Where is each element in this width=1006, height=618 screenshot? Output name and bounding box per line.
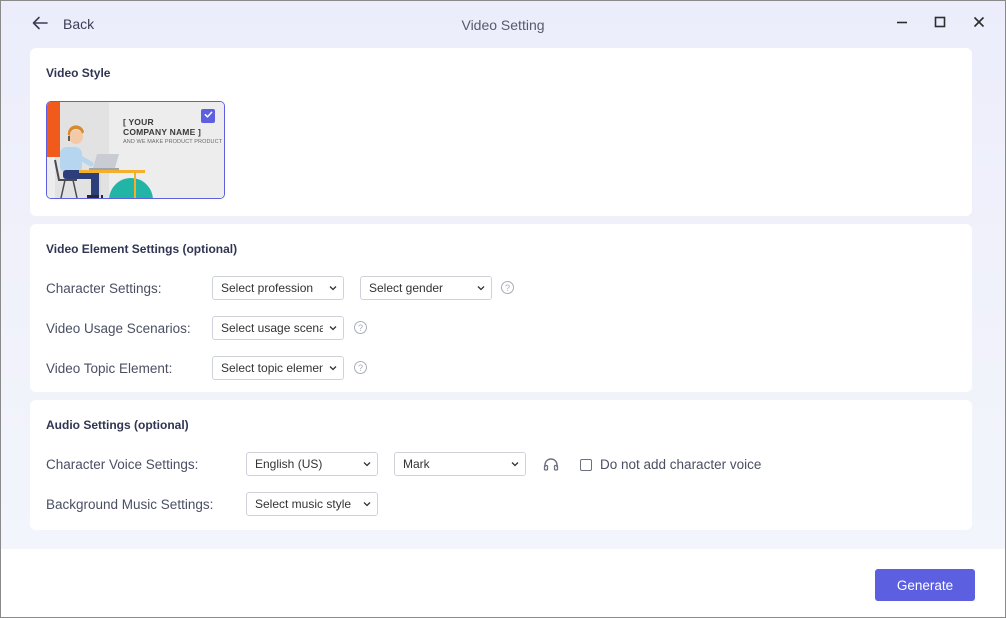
check-icon <box>203 107 214 125</box>
voice-settings-label: Character Voice Settings: <box>46 457 199 472</box>
audio-settings-title: Audio Settings (optional) <box>46 418 189 432</box>
close-icon <box>972 15 986 34</box>
voice-select[interactable]: Mark <box>394 452 526 476</box>
maximize-icon <box>933 15 947 34</box>
title-bar: Back Video Setting <box>1 1 1005 47</box>
footer-bar: Generate <box>1 549 1005 617</box>
window-title: Video Setting <box>461 17 545 33</box>
minimize-button[interactable] <box>890 13 914 35</box>
element-settings-title: Video Element Settings (optional) <box>46 242 238 256</box>
usage-scenarios-label: Video Usage Scenarios: <box>46 321 191 336</box>
video-setting-window: Back Video Setting Video Style [YOUR CO… <box>0 0 1006 618</box>
profession-select[interactable]: Select profession <box>212 276 344 300</box>
headphones-icon[interactable] <box>543 457 559 476</box>
character-settings-label: Character Settings: <box>46 281 162 296</box>
background-music-label: Background Music Settings: <box>46 497 214 512</box>
chevron-down-icon <box>323 277 343 299</box>
video-style-card: Video Style [YOUR COMPANY NAME] AND WE… <box>30 48 972 216</box>
maximize-button[interactable] <box>928 13 952 35</box>
close-button[interactable] <box>967 13 991 35</box>
gender-select[interactable]: Select gender <box>360 276 492 300</box>
minimize-icon <box>895 15 909 34</box>
no-character-voice-checkbox[interactable] <box>580 458 592 471</box>
help-icon[interactable]: ? <box>354 361 367 374</box>
chevron-down-icon <box>323 317 343 339</box>
selected-checkbox[interactable] <box>201 109 215 123</box>
chevron-down-icon <box>357 453 377 475</box>
chevron-down-icon <box>505 453 525 475</box>
chevron-down-icon <box>323 357 343 379</box>
topic-element-select[interactable]: Select topic element <box>212 356 344 380</box>
help-icon[interactable]: ? <box>501 281 514 294</box>
video-style-thumbnail[interactable]: [ YOUR COMPANY NAME ] AND WE MAKE PRODUC… <box>46 101 225 199</box>
no-character-voice-toggle[interactable]: Do not add character voice <box>580 457 761 472</box>
video-style-title: Video Style <box>46 66 111 80</box>
music-style-select[interactable]: Select music style <box>246 492 378 516</box>
no-character-voice-label: Do not add character voice <box>600 457 762 472</box>
usage-scenario-select[interactable]: Select usage scenario <box>212 316 344 340</box>
language-select[interactable]: English (US) <box>246 452 378 476</box>
audio-settings-card: Audio Settings (optional) Character Voic… <box>30 400 972 530</box>
topic-element-label: Video Topic Element: <box>46 361 173 376</box>
help-icon[interactable]: ? <box>354 321 367 334</box>
chevron-down-icon <box>471 277 491 299</box>
element-settings-card: Video Element Settings (optional) Charac… <box>30 224 972 392</box>
generate-button[interactable]: Generate <box>875 569 975 601</box>
thumbnail-tagline: AND WE MAKE PRODUCT PRODUCT <box>123 139 223 145</box>
thumbnail-heading: [ YOUR COMPANY NAME ] <box>123 117 202 137</box>
chevron-down-icon <box>357 493 377 515</box>
